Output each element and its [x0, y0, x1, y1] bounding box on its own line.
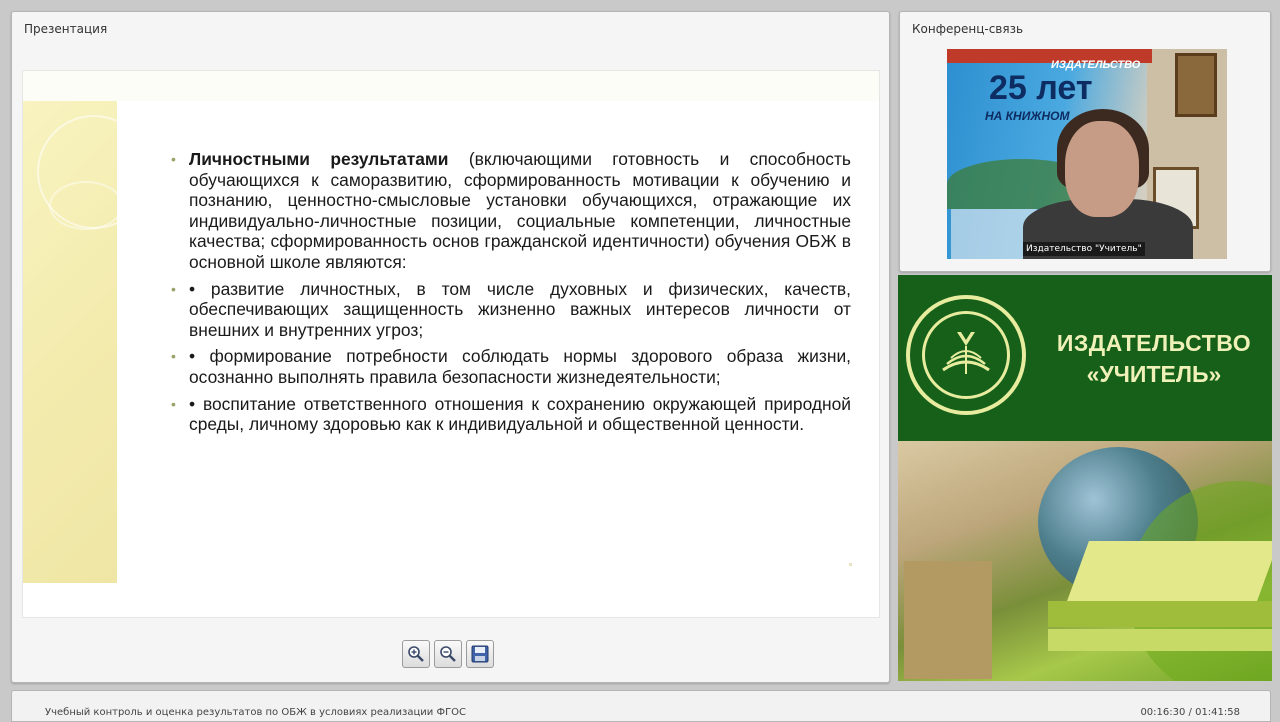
book-stack-left	[904, 561, 992, 679]
save-button[interactable]	[466, 640, 494, 668]
slide-top-band	[23, 71, 879, 101]
slide-side-decoration	[23, 101, 151, 583]
wall-picture-frame	[1175, 53, 1217, 117]
presentation-panel: Презентация • Личностными результатами (…	[11, 11, 890, 683]
publisher-logo-icon	[906, 295, 1026, 415]
brand-name-line2: «УЧИТЕЛЬ»	[1086, 361, 1222, 387]
conference-panel: Конференц-связь ИЗДАТЕЛЬСТВО 25 лет НА К…	[899, 11, 1271, 272]
video-feed[interactable]: ИЗДАТЕЛЬСТВО 25 лет НА КНИЖНОМ Издательс…	[947, 49, 1227, 259]
paragraph-lead: Личностными результатами	[189, 149, 449, 169]
brand-image-books-globe	[898, 441, 1272, 681]
list-item-text: • развитие личностных, в том числе духов…	[189, 278, 851, 340]
slide-list-item: • • формирование потребности соблюдать н…	[171, 346, 851, 387]
publisher-logo-inner	[922, 311, 1010, 399]
zoom-in-button[interactable]	[402, 640, 430, 668]
zoom-out-icon	[440, 646, 456, 662]
conference-panel-title: Конференц-связь	[912, 22, 1024, 36]
book-stack-2	[1048, 629, 1272, 651]
player-footer: Учебный контроль и оценка результатов по…	[11, 690, 1271, 722]
list-item-text: • формирование потребности соблюдать нор…	[189, 346, 851, 387]
banner-25-years: 25 лет	[989, 69, 1093, 107]
presentation-panel-title: Презентация	[24, 22, 108, 36]
slide-list-item: • • воспитание ответственного отношения …	[171, 394, 851, 435]
save-icon	[471, 645, 489, 663]
playback-time: 00:16:30 / 01:41:58	[1140, 707, 1240, 718]
slide-list-item: • • развитие личностных, в том числе дух…	[171, 279, 851, 341]
speaker-face	[1065, 121, 1139, 217]
book-stack-1	[1048, 601, 1272, 627]
zoom-in-icon	[408, 646, 424, 662]
bullet: •	[171, 151, 176, 167]
bullet: •	[171, 348, 176, 365]
book-emblem-icon	[942, 332, 990, 374]
publisher-brand-panel: ИЗДАТЕЛЬСТВО «УЧИТЕЛЬ»	[898, 275, 1272, 681]
presentation-toolbar	[402, 640, 498, 668]
bullet: •	[171, 395, 176, 412]
slide-corner-mark	[849, 563, 852, 566]
open-book	[1067, 541, 1272, 601]
slide-text-block: • Личностными результатами (включающими …	[171, 149, 851, 441]
bullet: •	[171, 280, 176, 297]
participant-label: Издательство "Учитель"	[1023, 242, 1145, 256]
decor-ring-small	[49, 181, 123, 230]
brand-name-line1: ИЗДАТЕЛЬСТВО	[1056, 330, 1252, 356]
list-item-text: • воспитание ответственного отношения к …	[189, 393, 851, 435]
slide-paragraph: • Личностными результатами (включающими …	[171, 149, 851, 273]
brand-header: ИЗДАТЕЛЬСТВО «УЧИТЕЛЬ»	[898, 275, 1272, 441]
zoom-out-button[interactable]	[434, 640, 462, 668]
banner-subtitle: НА КНИЖНОМ	[985, 109, 1070, 123]
slide: • Личностными результатами (включающими …	[22, 70, 880, 618]
webinar-title: Учебный контроль и оценка результатов по…	[45, 707, 467, 718]
